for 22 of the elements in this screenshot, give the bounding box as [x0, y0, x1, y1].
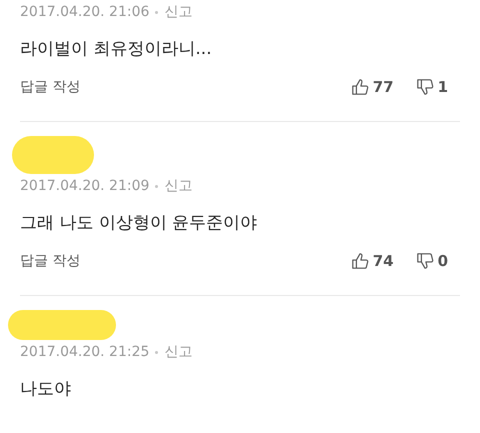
thumbs-up-icon[interactable]: [350, 78, 369, 96]
report-link[interactable]: 신고: [164, 2, 192, 22]
thumbs-up-icon[interactable]: [350, 252, 369, 270]
comment-date: 2017.04.20. 21:09: [20, 177, 150, 196]
comment-date: 2017.04.20. 21:25: [20, 343, 150, 362]
dislike-count: 1: [438, 78, 448, 96]
report-link[interactable]: 신고: [164, 176, 192, 196]
thumbs-down-icon[interactable]: [416, 78, 434, 96]
comment-text: 나도야: [20, 378, 71, 401]
separator-dot: [155, 10, 158, 14]
like-count: 77: [372, 78, 394, 96]
comment-text: 그래 나도 이상형이 윤두준이야: [20, 212, 258, 235]
separator-dot: [155, 184, 158, 188]
separator-dot: [155, 350, 158, 354]
like-count: 74: [372, 252, 394, 270]
comment-date: 2017.04.20. 21:06: [20, 3, 150, 22]
thumbs-down-icon[interactable]: [416, 252, 434, 270]
comment-text: 라이벌이 최유정이라니...: [20, 38, 212, 61]
dislike-count: 0: [438, 252, 448, 270]
reply-link[interactable]: 답글 작성: [20, 251, 80, 271]
reply-link[interactable]: 답글 작성: [20, 77, 80, 97]
report-link[interactable]: 신고: [164, 342, 192, 362]
